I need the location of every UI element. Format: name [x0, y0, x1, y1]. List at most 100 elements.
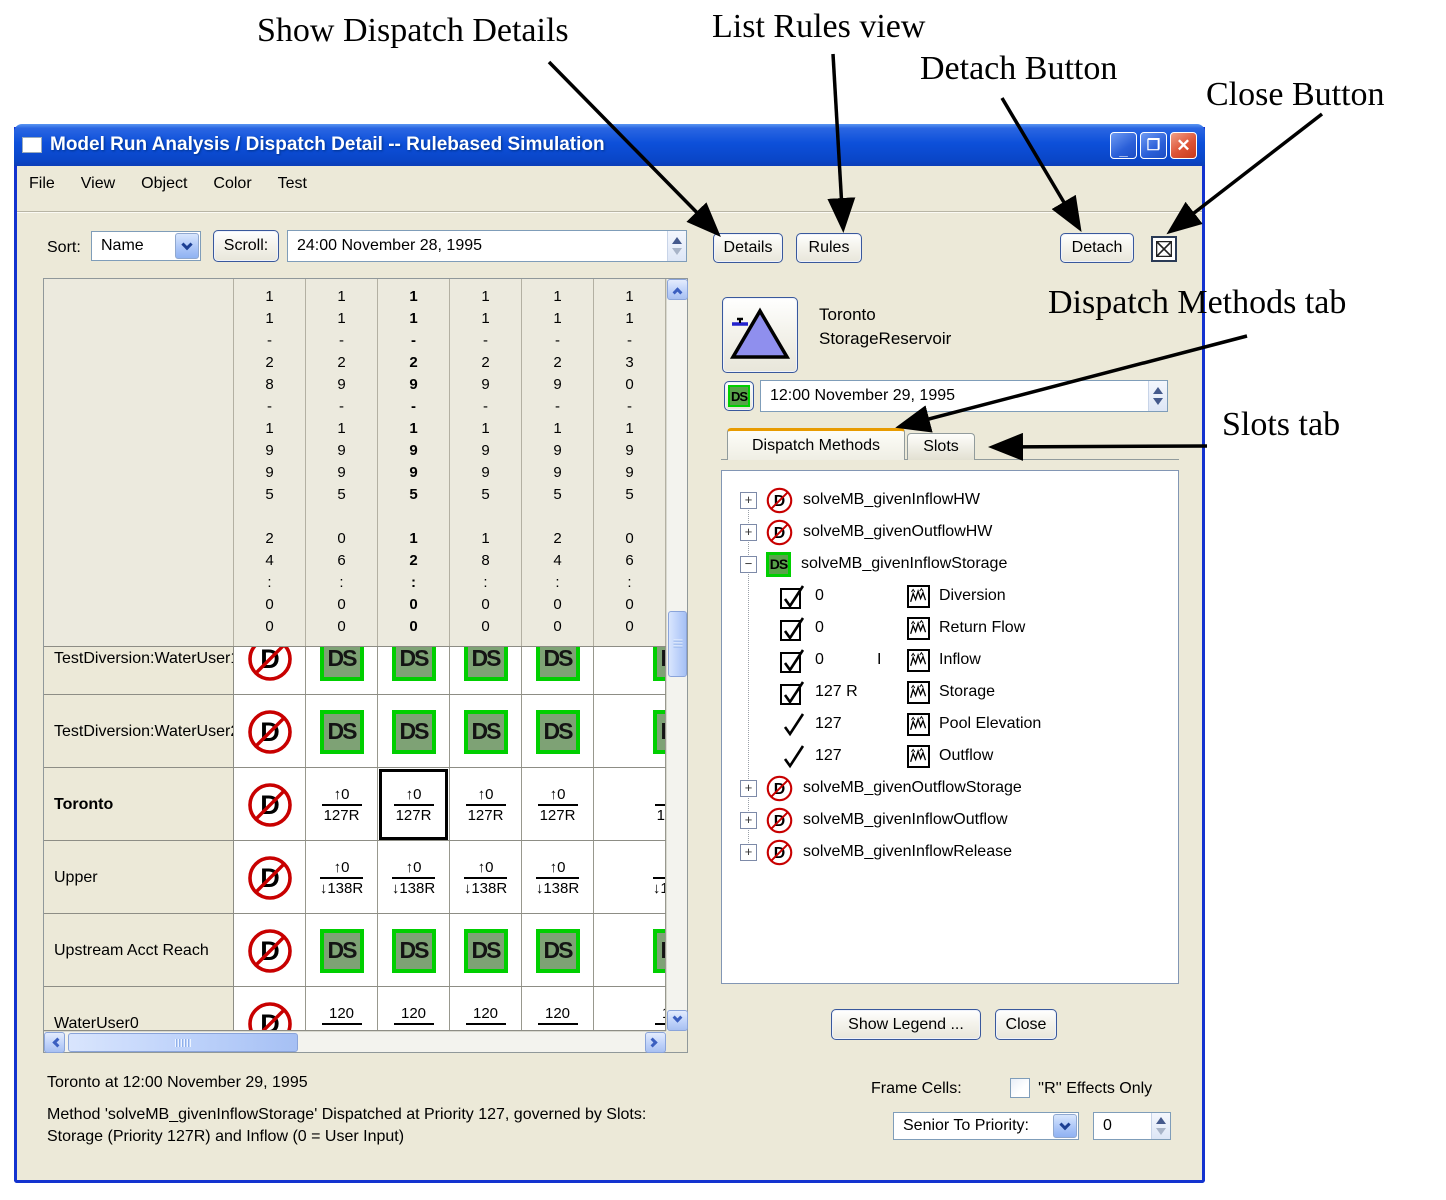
grid-cell[interactable]: DS	[306, 914, 378, 987]
grid-cell[interactable]: D	[234, 647, 306, 695]
maximize-button[interactable]: ❐	[1140, 132, 1167, 159]
tree-item-slot[interactable]: 0Return Flow	[722, 612, 1178, 644]
cell-values: ↑0127R	[394, 786, 434, 824]
window-close-button[interactable]: ✕	[1170, 132, 1197, 159]
object-button[interactable]	[722, 297, 798, 373]
grid-cell[interactable]: DS	[594, 647, 666, 695]
tab-dispatch-methods[interactable]: Dispatch Methods	[727, 428, 905, 460]
grid-cell[interactable]: DS	[450, 695, 522, 768]
grid-cell[interactable]: ↑0127R	[378, 768, 450, 841]
grid-cell[interactable]: D	[234, 987, 306, 1031]
expand-toggle[interactable]: +	[740, 844, 757, 861]
tree-item-slot[interactable]: 127Outflow	[722, 740, 1178, 772]
tree-item-method[interactable]: +DsolveMB_givenInflowHW	[722, 484, 1178, 516]
grid-cell[interactable]: ↑0127R	[594, 768, 666, 841]
grid-cell[interactable]: DS	[594, 695, 666, 768]
senior-priority-dropdown[interactable]: Senior To Priority:	[893, 1112, 1079, 1140]
show-legend-button[interactable]: Show Legend ...	[831, 1009, 981, 1040]
checkbox-checked-icon[interactable]	[779, 615, 806, 642]
grid-cell[interactable]: ↑0↓138R	[450, 841, 522, 914]
tree-item-method[interactable]: +DsolveMB_givenInflowOutflow	[722, 804, 1178, 836]
chevron-down-icon[interactable]	[175, 233, 199, 259]
horizontal-scrollbar[interactable]	[44, 1031, 666, 1052]
details-button[interactable]: Details	[713, 233, 783, 263]
scroll-left-icon[interactable]	[44, 1032, 65, 1053]
grid-cell[interactable]: DS	[522, 914, 594, 987]
r-effects-checkbox[interactable]	[1010, 1078, 1030, 1098]
tree-item-method[interactable]: +DsolveMB_givenInflowRelease	[722, 836, 1178, 868]
grid-cell[interactable]: 120	[522, 987, 594, 1031]
timestep-spinner[interactable]	[667, 231, 686, 261]
tree-item-method[interactable]: +DsolveMB_givenOutflowStorage	[722, 772, 1178, 804]
grid-cell[interactable]: 120	[450, 987, 522, 1031]
dispatch-state-button[interactable]: DS	[724, 381, 754, 411]
grid-cell[interactable]: 120	[306, 987, 378, 1031]
grid-cell[interactable]: 120	[378, 987, 450, 1031]
sort-dropdown[interactable]: Name	[91, 231, 201, 261]
tree-item-slot[interactable]: 0IInflow	[722, 644, 1178, 676]
tree-item-method[interactable]: −DSsolveMB_givenInflowStorage	[722, 548, 1178, 580]
grid-cell[interactable]: D	[234, 695, 306, 768]
grid-cell[interactable]: ↑0↓138R	[306, 841, 378, 914]
grid-cell[interactable]: DS	[594, 914, 666, 987]
menu-test[interactable]: Test	[278, 175, 307, 193]
grid-cell[interactable]: D	[234, 914, 306, 987]
vertical-scroll-thumb[interactable]	[668, 611, 687, 677]
checkbox-checked-icon[interactable]	[779, 679, 806, 706]
expand-toggle[interactable]: +	[740, 524, 757, 541]
checkbox-checked-icon[interactable]	[779, 583, 806, 610]
tree-item-slot[interactable]: 127Pool Elevation	[722, 708, 1178, 740]
tree-item-slot[interactable]: 0Diversion	[722, 580, 1178, 612]
grid-cell[interactable]: DS	[522, 647, 594, 695]
detach-button[interactable]: Detach	[1060, 233, 1134, 263]
panel-timestep-spinner[interactable]	[1148, 381, 1167, 411]
grid-cell[interactable]: DS	[306, 647, 378, 695]
panel-close-box[interactable]	[1151, 236, 1177, 262]
chevron-down-icon[interactable]	[1053, 1114, 1077, 1138]
grid-cell[interactable]: DS	[378, 695, 450, 768]
tab-slots[interactable]: Slots	[907, 433, 975, 460]
expand-toggle[interactable]: +	[740, 780, 757, 797]
menu-view[interactable]: View	[81, 175, 115, 193]
vertical-scrollbar[interactable]	[666, 279, 687, 1031]
row-label: Upper	[44, 841, 234, 914]
scroll-up-icon[interactable]	[667, 279, 688, 300]
scroll-down-icon[interactable]	[667, 1010, 688, 1031]
grid-cell[interactable]: 120	[594, 987, 666, 1031]
grid-cell[interactable]: DS	[306, 695, 378, 768]
grid-cell[interactable]: ↑0127R	[450, 768, 522, 841]
scroll-button[interactable]: Scroll:	[213, 230, 279, 262]
panel-timestep-field[interactable]: 12:00 November 29, 1995	[760, 380, 1168, 412]
grid-cell[interactable]: DS	[378, 914, 450, 987]
menu-color[interactable]: Color	[213, 175, 251, 193]
horizontal-scroll-thumb[interactable]	[68, 1033, 298, 1052]
grid-cell[interactable]: ↑0↓138R	[378, 841, 450, 914]
priority-spin-arrows[interactable]	[1151, 1113, 1170, 1139]
grid-cell[interactable]: ↑0↓138R	[522, 841, 594, 914]
grid-cell[interactable]: ↑0↓138R	[594, 841, 666, 914]
menu-object[interactable]: Object	[141, 175, 187, 193]
expand-toggle[interactable]: +	[740, 492, 757, 509]
slot-flag: I	[877, 651, 907, 669]
expand-toggle[interactable]: −	[740, 556, 757, 573]
checkbox-checked-icon[interactable]	[779, 647, 806, 674]
grid-cell[interactable]: DS	[450, 914, 522, 987]
priority-spinner[interactable]: 0	[1093, 1112, 1171, 1140]
tree-item-slot[interactable]: 127 RStorage	[722, 676, 1178, 708]
grid-cell[interactable]: D	[234, 841, 306, 914]
menu-file[interactable]: File	[29, 175, 55, 193]
grid-cell[interactable]: DS	[522, 695, 594, 768]
rules-button[interactable]: Rules	[796, 233, 862, 263]
close-button[interactable]: Close	[995, 1009, 1057, 1040]
grid-cell[interactable]: DS	[450, 647, 522, 695]
minimize-button[interactable]: _	[1110, 132, 1137, 159]
grid-cell[interactable]: D	[234, 768, 306, 841]
grid-cell[interactable]: ↑0127R	[522, 768, 594, 841]
scroll-right-icon[interactable]	[645, 1032, 666, 1053]
tree-item-method[interactable]: +DsolveMB_givenOutflowHW	[722, 516, 1178, 548]
timestep-field[interactable]: 24:00 November 28, 1995	[287, 230, 687, 262]
grid-cell[interactable]: ↑0127R	[306, 768, 378, 841]
title-bar[interactable]: Model Run Analysis / Dispatch Detail -- …	[14, 124, 1205, 166]
grid-cell[interactable]: DS	[378, 647, 450, 695]
expand-toggle[interactable]: +	[740, 812, 757, 829]
